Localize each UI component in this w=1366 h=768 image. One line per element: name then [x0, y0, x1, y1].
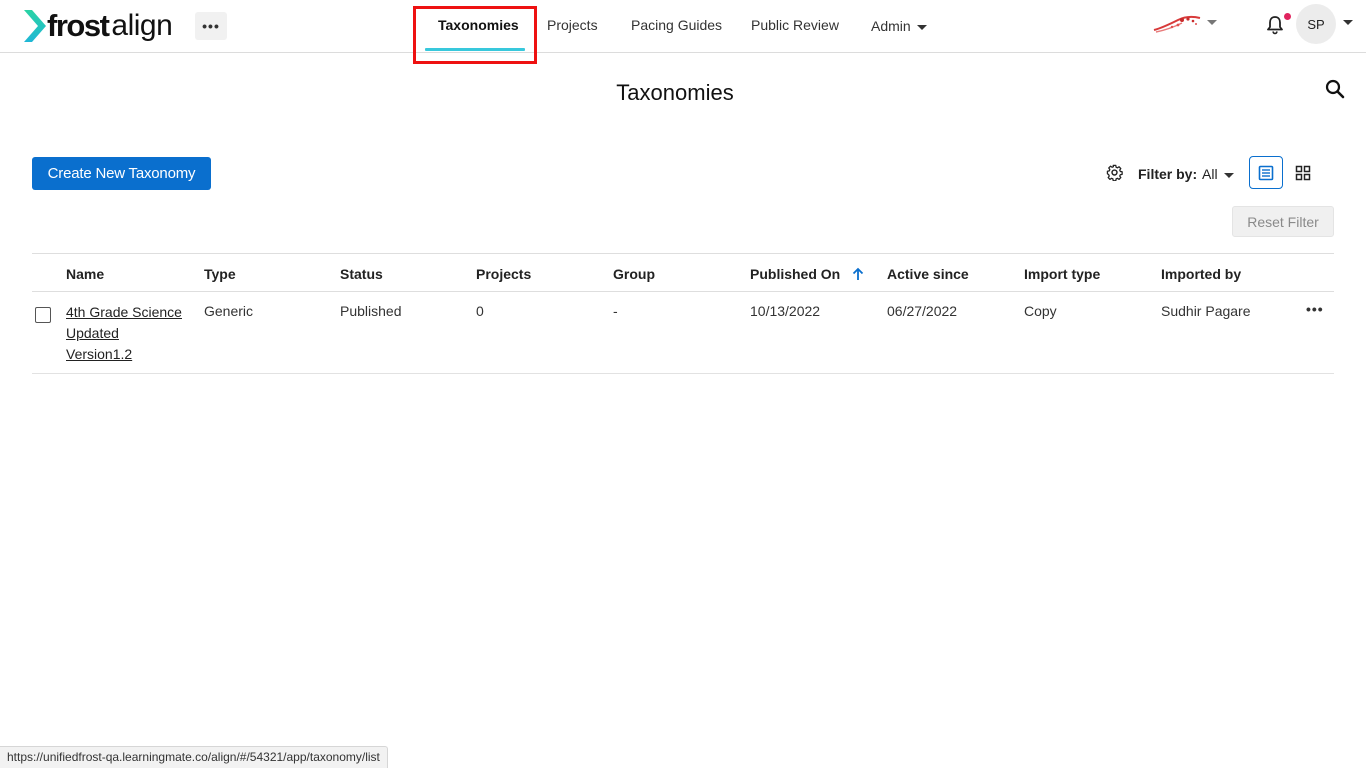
- search-icon[interactable]: [1325, 79, 1345, 99]
- cell-imported-by: Sudhir Pagare: [1161, 303, 1251, 319]
- status-bar-url: https://unifiedfrost-qa.learningmate.co/…: [0, 746, 388, 768]
- reset-filter-button[interactable]: Reset Filter: [1232, 206, 1334, 237]
- user-avatar[interactable]: SP: [1296, 4, 1336, 44]
- cell-group: -: [613, 303, 618, 319]
- column-header-projects[interactable]: Projects: [476, 266, 531, 282]
- nav-admin[interactable]: Admin: [871, 18, 927, 34]
- column-header-name[interactable]: Name: [66, 266, 104, 282]
- top-navbar: frost align ••• Taxonomies Projects Paci…: [0, 0, 1366, 64]
- notification-dot: [1284, 13, 1291, 20]
- tenant-caret-down-icon[interactable]: [1207, 20, 1217, 25]
- cell-import-type: Copy: [1024, 303, 1057, 319]
- gear-icon[interactable]: [1106, 164, 1123, 181]
- row-checkbox[interactable]: [35, 307, 51, 323]
- cell-type: Generic: [204, 303, 254, 319]
- table-row: 4th Grade Science Updated Version1.2 Gen…: [32, 292, 1334, 374]
- column-header-import-type[interactable]: Import type: [1024, 266, 1100, 282]
- nav-projects[interactable]: Projects: [547, 17, 598, 33]
- column-header-type[interactable]: Type: [204, 266, 236, 282]
- page-title: Taxonomies: [616, 80, 734, 105]
- column-header-group[interactable]: Group: [613, 266, 655, 282]
- nav-pacing-guides[interactable]: Pacing Guides: [631, 17, 722, 33]
- column-header-active-since[interactable]: Active since: [887, 266, 969, 282]
- user-menu-caret-icon[interactable]: [1343, 20, 1353, 25]
- nav-public-review[interactable]: Public Review: [751, 17, 839, 33]
- filter-label: Filter by:: [1138, 166, 1198, 182]
- create-new-taxonomy-button[interactable]: Create New Taxonomy: [32, 157, 211, 190]
- column-header-published-on-label: Published On: [750, 266, 841, 282]
- taxonomy-name-link[interactable]: 4th Grade Science Updated Version1.2: [66, 302, 186, 365]
- grid-view-icon: [1295, 165, 1311, 180]
- tenant-logo[interactable]: [1152, 12, 1202, 34]
- filter-value: All: [1202, 166, 1218, 182]
- bell-icon[interactable]: [1266, 15, 1284, 35]
- nav-admin-label: Admin: [871, 18, 911, 34]
- grid-view-button[interactable]: [1289, 156, 1317, 189]
- sort-up-icon[interactable]: [852, 267, 864, 281]
- cell-active-since: 06/27/2022: [887, 303, 958, 319]
- cell-projects: 0: [476, 303, 484, 319]
- cell-status: Published: [340, 303, 402, 319]
- cell-published-on: 10/13/2022: [750, 303, 821, 319]
- list-view-button[interactable]: [1249, 156, 1283, 189]
- filter-dropdown[interactable]: All: [1202, 166, 1234, 182]
- list-view-icon: [1258, 165, 1274, 180]
- avatar-initials: SP: [1307, 16, 1325, 32]
- row-more-menu-icon[interactable]: •••: [1306, 301, 1324, 317]
- table-header: Name Type Status Projects Group Publishe…: [32, 253, 1334, 292]
- highlight-annotation: [413, 6, 537, 64]
- column-header-imported-by[interactable]: Imported by: [1161, 266, 1241, 282]
- taxonomy-table: Name Type Status Projects Group Publishe…: [32, 253, 1334, 374]
- caret-down-icon: [916, 24, 927, 30]
- column-header-status[interactable]: Status: [340, 266, 383, 282]
- caret-down-icon: [1223, 172, 1234, 178]
- column-header-published-on[interactable]: Published On: [750, 266, 864, 282]
